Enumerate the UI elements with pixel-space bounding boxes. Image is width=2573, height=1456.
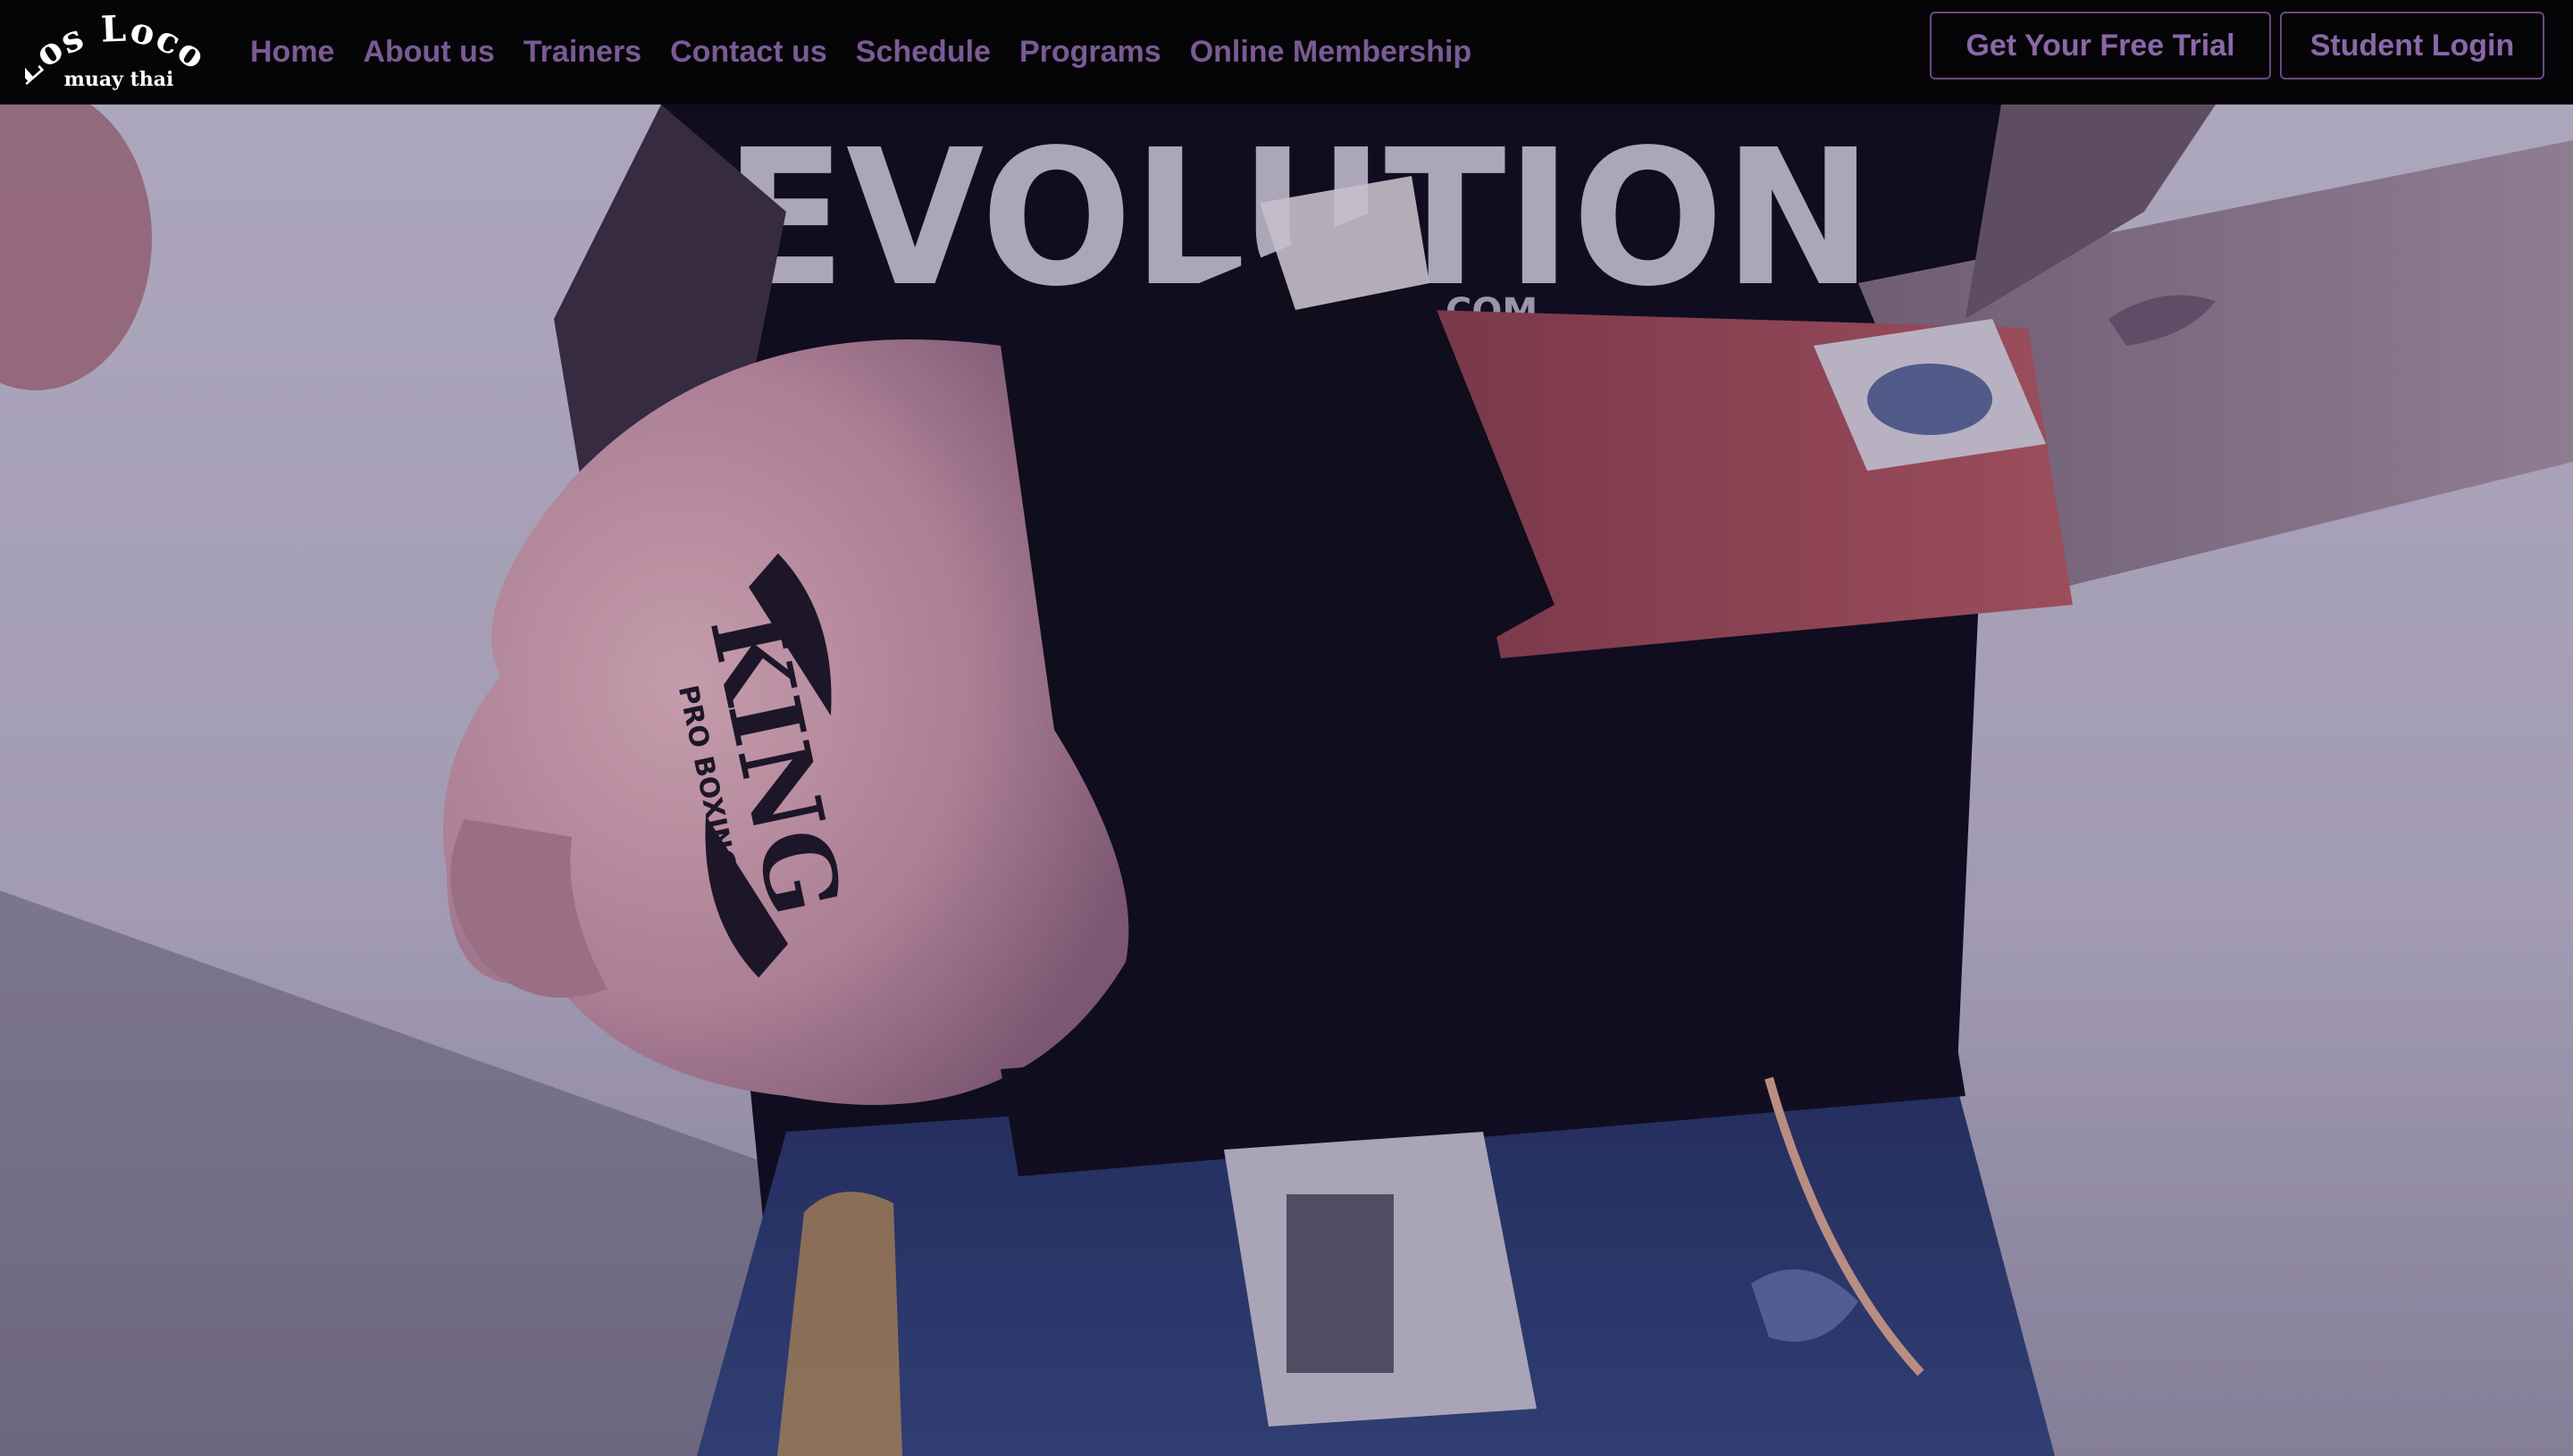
- nav-link-contact-us[interactable]: Contact us: [670, 35, 827, 70]
- page: Los Locos muay thai Home About us Traine…: [0, 0, 2573, 1456]
- nav-link-trainers[interactable]: Trainers: [524, 35, 641, 70]
- shorts-patch-logo: [1286, 1194, 1394, 1373]
- nav-link-about-us[interactable]: About us: [363, 35, 494, 70]
- nav-link-programs[interactable]: Programs: [1019, 35, 1161, 70]
- nav-link-schedule[interactable]: Schedule: [856, 35, 991, 70]
- hero-background-image: EVOLUTION WWW. AI.COM: [0, 105, 2573, 1456]
- top-navbar: Los Locos muay thai Home About us Traine…: [0, 0, 2573, 105]
- nav-link-home[interactable]: Home: [250, 35, 334, 70]
- site-logo[interactable]: Los Locos muay thai: [4, 0, 213, 95]
- wrap-label-logo: [1867, 364, 1992, 435]
- main-nav: Home About us Trainers Contact us Schedu…: [250, 0, 1500, 105]
- free-trial-button[interactable]: Get Your Free Trial: [1930, 12, 2271, 79]
- student-login-button[interactable]: Student Login: [2280, 12, 2544, 79]
- logo-text-sub: muay thai: [64, 68, 174, 91]
- logo-mark: Los Locos muay thai: [4, 0, 213, 93]
- nav-link-online-membership[interactable]: Online Membership: [1190, 35, 1472, 70]
